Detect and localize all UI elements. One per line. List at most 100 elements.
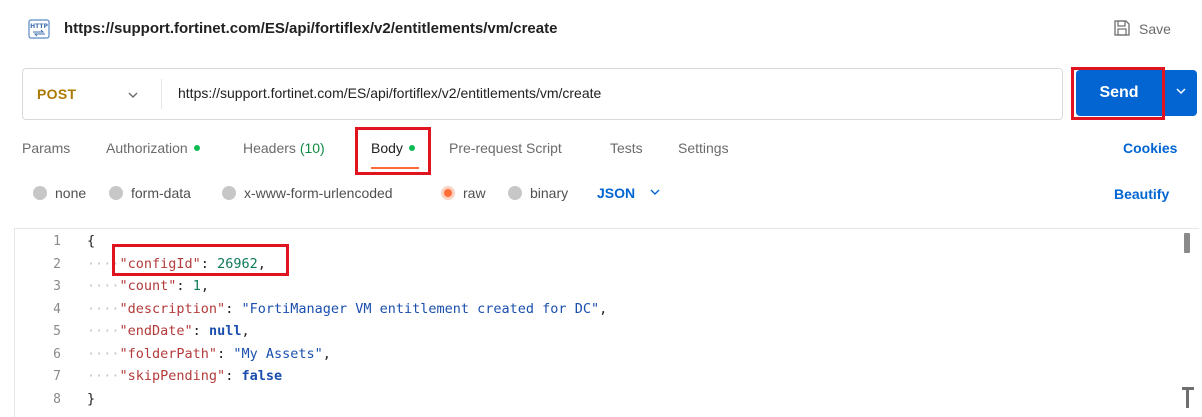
indent-guide: ···· xyxy=(87,278,120,294)
tab-tests[interactable]: Tests xyxy=(610,140,643,156)
json-sep: : xyxy=(192,323,209,339)
status-dot xyxy=(193,145,200,152)
headers-count: (10) xyxy=(299,140,325,156)
cookies-link[interactable]: Cookies xyxy=(1123,140,1177,156)
tab-authorization-label: Authorization xyxy=(106,140,188,156)
code-line: ····"folderPath": "My Assets", xyxy=(87,346,331,362)
radio-urlencoded-label: x-www-form-urlencoded xyxy=(244,185,393,201)
radio-circle xyxy=(222,186,236,200)
radio-urlencoded[interactable]: x-www-form-urlencoded xyxy=(222,185,393,201)
code-line: } xyxy=(87,391,95,407)
close-brace: } xyxy=(87,391,96,407)
json-tail: , xyxy=(241,323,250,339)
radio-binary-label: binary xyxy=(530,185,569,201)
url-input[interactable]: https://support.fortinet.com/ES/api/fort… xyxy=(178,85,601,101)
indent-guide: ···· xyxy=(87,368,120,384)
line-number: 3 xyxy=(53,279,61,294)
json-value: "My Assets" xyxy=(233,346,323,362)
json-tail: , xyxy=(257,256,266,272)
url-divider xyxy=(161,79,162,109)
indent-guide: ···· xyxy=(87,323,120,339)
send-button[interactable]: Send xyxy=(1076,70,1162,116)
chevron-down-icon xyxy=(1175,84,1187,102)
format-select[interactable]: JSON xyxy=(597,185,661,201)
tab-authorization[interactable]: Authorization xyxy=(106,140,200,156)
code-line: ····"endDate": null, xyxy=(87,323,250,339)
line-number: 5 xyxy=(53,324,61,339)
radio-raw[interactable]: raw xyxy=(441,185,486,201)
json-key: "configId" xyxy=(119,256,201,272)
code-editor[interactable]: 1 2 3 4 5 6 7 8 { ····"configId": 26962,… xyxy=(14,228,1199,417)
code-line: ····"configId": 26962, xyxy=(87,256,266,272)
json-sep: : xyxy=(200,256,218,272)
code-line: ····"count": 1, xyxy=(87,278,209,294)
line-number: 7 xyxy=(53,369,61,384)
chevron-down-icon[interactable] xyxy=(127,88,139,100)
method-select[interactable]: POST xyxy=(37,86,76,102)
json-key: "skipPending" xyxy=(119,368,226,384)
radio-circle xyxy=(109,186,123,200)
radio-circle xyxy=(508,186,522,200)
code-line: ····"skipPending": false xyxy=(87,368,282,384)
json-value: false xyxy=(241,368,283,384)
format-select-label: JSON xyxy=(597,185,636,201)
line-number: 1 xyxy=(53,234,61,249)
json-key: "count" xyxy=(119,278,177,294)
svg-text:HTTP: HTTP xyxy=(30,23,48,30)
json-sep: : xyxy=(225,368,242,384)
request-title-bar: HTTP https://support.fortinet.com/ES/api… xyxy=(0,0,1202,60)
json-tail: , xyxy=(322,346,331,362)
request-title[interactable]: https://support.fortinet.com/ES/api/fort… xyxy=(64,20,557,37)
json-tail: , xyxy=(599,301,608,317)
radio-form-data[interactable]: form-data xyxy=(109,185,191,201)
editor-scrollbar[interactable] xyxy=(1184,233,1190,253)
save-button[interactable]: Save xyxy=(1113,18,1171,40)
tab-body-label: Body xyxy=(371,140,403,156)
code-line: ····"description": "FortiManager VM enti… xyxy=(87,301,607,317)
indent-guide: ···· xyxy=(87,346,120,362)
code-line: { xyxy=(87,233,95,249)
tab-prerequest-script[interactable]: Pre-request Script xyxy=(449,140,562,156)
http-icon: HTTP xyxy=(28,18,50,40)
status-dot xyxy=(408,145,415,152)
tab-body[interactable]: Body xyxy=(371,140,415,156)
json-tail: , xyxy=(200,278,209,294)
line-number: 8 xyxy=(53,392,61,407)
radio-none[interactable]: none xyxy=(33,185,86,201)
tab-settings[interactable]: Settings xyxy=(678,140,729,156)
url-bar: POST https://support.fortinet.com/ES/api… xyxy=(22,68,1063,120)
save-icon xyxy=(1113,19,1131,40)
radio-raw-label: raw xyxy=(463,185,486,201)
tab-headers-label: Headers xyxy=(243,140,296,156)
indent-guide: ···· xyxy=(87,256,120,272)
indent-guide: ···· xyxy=(87,301,120,317)
text-cursor-icon xyxy=(1182,387,1194,408)
json-sep: : xyxy=(176,278,193,294)
json-value: 1 xyxy=(192,278,201,294)
json-value: "FortiManager VM entitlement created for… xyxy=(241,301,600,317)
json-key: "folderPath" xyxy=(119,346,218,362)
tab-params[interactable]: Params xyxy=(22,140,70,156)
open-brace: { xyxy=(87,233,96,249)
send-options-button[interactable] xyxy=(1163,70,1197,116)
radio-circle xyxy=(33,186,47,200)
line-number: 4 xyxy=(53,302,61,317)
radio-none-label: none xyxy=(55,185,87,201)
radio-circle-selected xyxy=(441,186,455,200)
json-sep: : xyxy=(217,346,234,362)
json-key: "endDate" xyxy=(119,323,193,339)
beautify-link[interactable]: Beautify xyxy=(1114,186,1169,202)
json-key: "description" xyxy=(119,301,226,317)
json-sep: : xyxy=(225,301,242,317)
tab-headers[interactable]: Headers (10) xyxy=(243,140,325,156)
line-number: 6 xyxy=(53,347,61,362)
radio-binary[interactable]: binary xyxy=(508,185,568,201)
json-value: 26962 xyxy=(217,256,258,272)
radio-form-data-label: form-data xyxy=(131,185,191,201)
active-tab-indicator xyxy=(371,167,419,169)
chevron-down-icon xyxy=(649,185,661,201)
save-label: Save xyxy=(1139,21,1171,37)
request-tabs: Params Authorization Headers (10) Body P… xyxy=(0,130,1202,166)
line-number: 2 xyxy=(53,257,61,272)
line-gutter: 1 2 3 4 5 6 7 8 xyxy=(15,229,75,417)
